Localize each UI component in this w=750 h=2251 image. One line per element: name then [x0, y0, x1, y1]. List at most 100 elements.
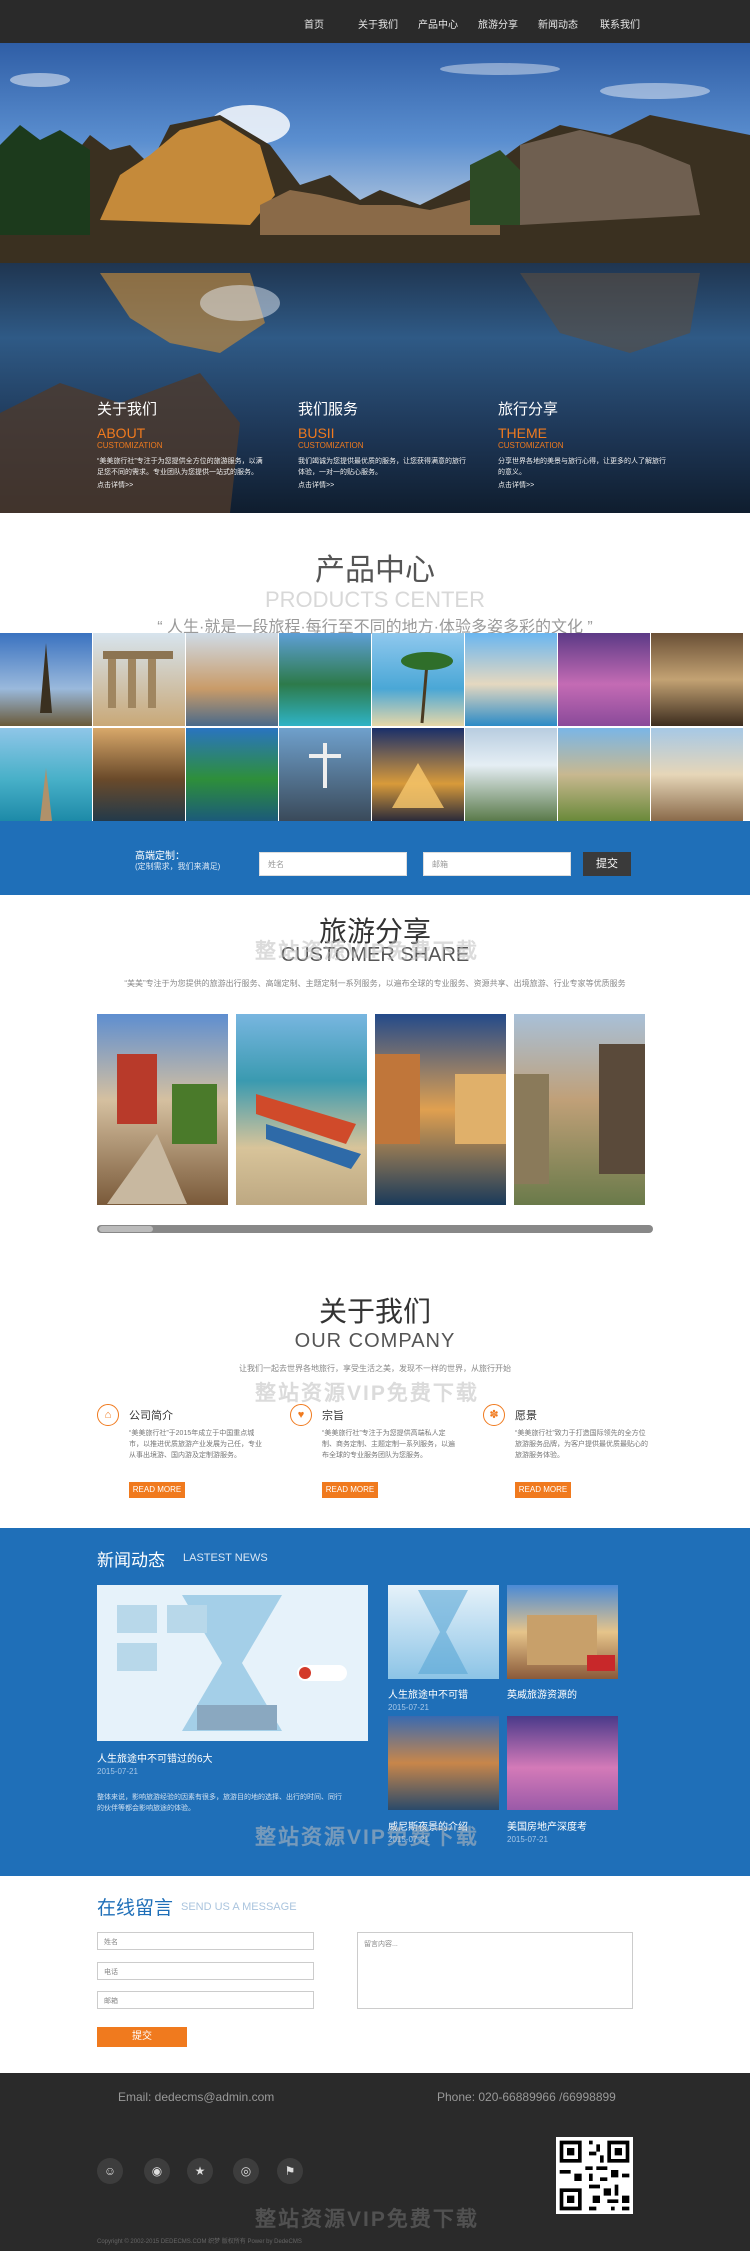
product-tile-ruins[interactable]	[93, 633, 185, 726]
footer-phone: Phone: 020-66889966 /66998899	[437, 2090, 616, 2104]
watermark: 整站资源VIP免费下载	[255, 1826, 479, 1849]
cloud	[440, 63, 560, 75]
qq-icon[interactable]: ☺	[97, 2158, 123, 2184]
message-title-en: SEND US A MESSAGE	[181, 1901, 297, 1913]
news-thumb-venice[interactable]	[388, 1716, 499, 1810]
nav-home[interactable]: 首页	[304, 16, 324, 31]
product-tile-island[interactable]	[279, 633, 371, 726]
message-content-textarea[interactable]: 留言内容...	[357, 1932, 633, 2009]
custom-email-input[interactable]: 邮箱	[423, 852, 571, 876]
read-more-button[interactable]: READ MORE	[515, 1482, 571, 1498]
about-title-en: OUR COMPANY	[294, 1330, 456, 1352]
news-thumb-hourglass[interactable]	[388, 1585, 499, 1679]
cloud	[600, 83, 710, 99]
share-photo-stairs[interactable]	[97, 1014, 228, 1205]
news-thumb-lavender[interactable]	[507, 1716, 618, 1810]
product-tile-city-view[interactable]	[651, 728, 743, 821]
tag-icon[interactable]: ⚑	[277, 2158, 303, 2184]
wechat-icon[interactable]: ◎	[233, 2158, 259, 2184]
product-tile-harbor[interactable]	[186, 633, 278, 726]
about-title: 关于我们	[318, 1296, 431, 1327]
news-item-caption[interactable]: 人生旅途中不可错	[388, 1686, 468, 1701]
hero-col-title: 我们服务	[298, 401, 359, 418]
news-featured-caption[interactable]: 人生旅途中不可错过的6大	[97, 1750, 213, 1765]
products-title: 产品中心	[315, 554, 435, 587]
heart-icon: ♥	[290, 1404, 312, 1426]
news-item-date: 2015-07-21	[507, 1835, 548, 1844]
nav-about[interactable]: 关于我们	[358, 16, 398, 31]
share-desc: “美美”专注于为您提供的旅游出行服务、高端定制、主题定制一系列服务，以遍布全球的…	[124, 979, 626, 988]
product-tile-pier[interactable]	[0, 728, 92, 821]
products-title-en: PRODUCTS CENTER	[264, 587, 485, 612]
message-name-input[interactable]: 姓名	[97, 1932, 314, 1950]
cloud	[10, 73, 70, 87]
hero-col-text: 分享世界各地的美景与旅行心得，让更多的人了解旅行的意义。	[498, 458, 666, 476]
product-tile-mountain-village[interactable]	[465, 728, 557, 821]
hero-col-sub: CUSTOMIZATION	[298, 441, 364, 450]
hero-col-text: 我们竭诚为您提供最优质的服务，让您获得满意的旅行体验，一对一的贴心服务。	[298, 458, 466, 476]
product-tile-lavender[interactable]	[558, 633, 650, 726]
news-item-caption[interactable]: 英威旅游资源的	[507, 1686, 577, 1701]
read-more-button[interactable]: READ MORE	[322, 1482, 378, 1498]
custom-order-label: 高端定制：	[135, 851, 185, 862]
share-photo-boats[interactable]	[236, 1014, 367, 1205]
message-submit-button[interactable]: 提交	[97, 2027, 187, 2047]
hero-col-title: 关于我们	[97, 401, 158, 418]
product-tile-coastal-town[interactable]	[465, 633, 557, 726]
product-photo-grid	[0, 633, 750, 821]
top-nav: 首页 关于我们 产品中心 旅游分享 新闻动态 联系我们	[0, 0, 750, 43]
about-col-title: 愿景	[515, 1410, 537, 1422]
nav-products[interactable]: 产品中心	[418, 16, 458, 31]
about-col-title: 宗旨	[322, 1410, 344, 1422]
share-photo-old-street[interactable]	[514, 1014, 645, 1205]
custom-order-sublabel: (定制需求，我们来满足)	[135, 862, 221, 871]
product-tile-alley[interactable]	[651, 633, 743, 726]
hero-rocks	[0, 115, 750, 265]
hero-col-about: 关于我们 ABOUT CUSTOMIZATION “美美旅行社”专注于为您提供全…	[97, 398, 267, 490]
qr-code	[556, 2137, 633, 2214]
nav-news[interactable]: 新闻动态	[538, 16, 578, 31]
paw-icon: ✽	[483, 1404, 505, 1426]
product-tile-louvre[interactable]	[372, 728, 464, 821]
news-item-caption[interactable]: 美国房地产深度考	[507, 1818, 587, 1833]
message-email-input[interactable]: 邮箱	[97, 1991, 314, 2009]
about-col-text: “美美旅行社”专注于为您提供高端私人定制、商务定制、主题定制一系列服务，以遍布全…	[322, 1430, 455, 1459]
news-thumb-building[interactable]	[507, 1585, 618, 1679]
watermark: 整站资源VIP免费下载	[255, 2208, 479, 2231]
footer-copyright: Copyright © 2002-2015 DEDECMS.COM 织梦 版权所…	[97, 2239, 302, 2245]
share-photo-canal[interactable]	[375, 1014, 506, 1205]
product-tile-christ-statue[interactable]	[279, 728, 371, 821]
hero-col-title: 旅行分享	[498, 401, 559, 418]
weibo-icon[interactable]: ◉	[144, 2158, 170, 2184]
nav-contact[interactable]: 联系我们	[600, 16, 640, 31]
watermark: 整站资源VIP免费下载	[255, 1382, 479, 1405]
about-col-title: 公司简介	[129, 1410, 173, 1422]
news-featured-image[interactable]	[97, 1585, 368, 1741]
product-tile-castle[interactable]	[558, 728, 650, 821]
custom-name-input[interactable]: 姓名	[259, 852, 407, 876]
footer-email[interactable]: Email: dedecms@admin.com	[118, 2090, 274, 2104]
news-featured-summary: 整体来说，影响旅游经验的因素有很多，旅游目的地的选择、出行的时间、同行的伙伴等都…	[97, 1794, 342, 1812]
hero-col-service: 我们服务 BUSII CUSTOMIZATION 我们竭诚为您提供最优质的服务，…	[298, 398, 468, 490]
share-scrollbar-thumb[interactable]	[99, 1226, 153, 1232]
read-more-button[interactable]: READ MORE	[129, 1482, 185, 1498]
news-title: 新闻动态	[97, 1551, 165, 1570]
product-tile-palm-beach[interactable]	[372, 633, 464, 726]
nav-share[interactable]: 旅游分享	[478, 16, 518, 31]
product-tile-eiffel[interactable]	[0, 633, 92, 726]
hero-col-more-link[interactable]: 点击详情>>	[97, 480, 267, 490]
about-col-text: “美美旅行社”于2015年成立于中国重点城市，以推进优质旅游产业发展为己任，专业…	[129, 1430, 262, 1459]
share-scrollbar[interactable]	[97, 1225, 653, 1233]
custom-submit-button[interactable]: 提交	[583, 852, 631, 876]
product-tile-lake[interactable]	[186, 728, 278, 821]
home-icon: ⌂	[97, 1404, 119, 1426]
news-title-en: LASTEST NEWS	[183, 1552, 268, 1564]
star-icon[interactable]: ★	[187, 2158, 213, 2184]
message-title: 在线留言	[97, 1898, 174, 1919]
hero-col-more-link[interactable]: 点击详情>>	[298, 480, 468, 490]
about-desc: 让我们一起去世界各地旅行，享受生活之美，发现不一样的世界，从旅行开始	[239, 1364, 511, 1373]
hero-col-more-link[interactable]: 点击详情>>	[498, 480, 668, 490]
message-phone-input[interactable]: 电话	[97, 1962, 314, 1980]
hero-col-en: THEME	[498, 425, 547, 441]
product-tile-sunset-huts[interactable]	[93, 728, 185, 821]
